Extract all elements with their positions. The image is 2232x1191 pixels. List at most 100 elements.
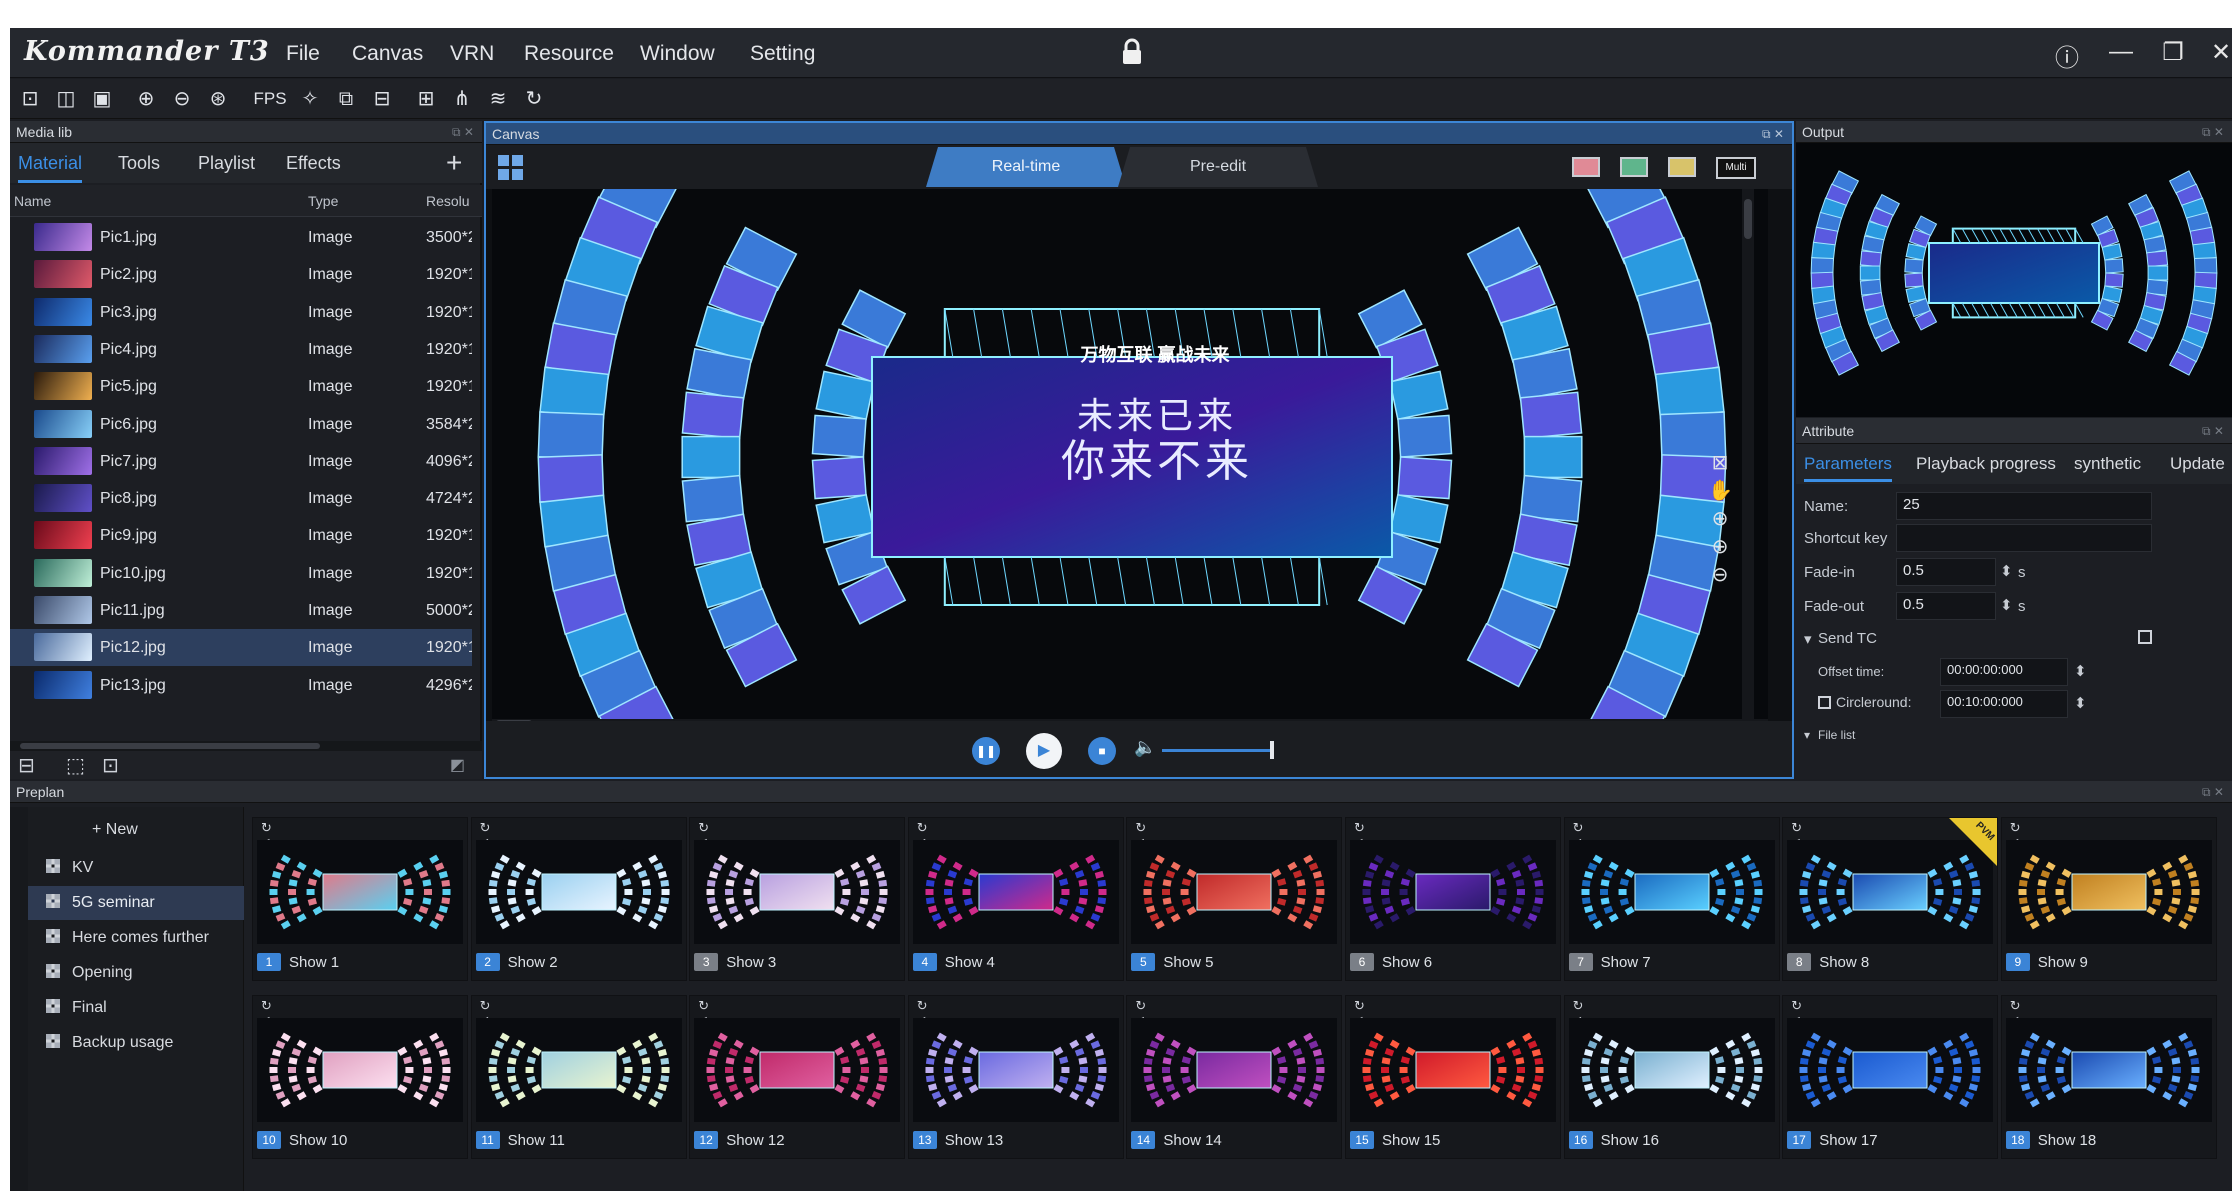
media-row[interactable]: Pic10.jpg Image 1920*1: [10, 555, 472, 592]
col-type[interactable]: Type: [308, 193, 338, 209]
green-layout-icon[interactable]: [1620, 157, 1648, 177]
zoom-fit-icon[interactable]: ⊛: [204, 85, 232, 113]
zoom-in-icon[interactable]: ⊕: [132, 85, 160, 113]
loop-icon[interactable]: ↻: [1791, 820, 1802, 836]
minimize-icon[interactable]: —: [2106, 38, 2136, 66]
show-card[interactable]: ↻◀15Show 15: [1345, 995, 1561, 1159]
play-button[interactable]: ▶: [1026, 733, 1062, 769]
menu-setting[interactable]: Setting: [750, 42, 815, 66]
tab-playback-progress[interactable]: Playback progress: [1916, 454, 2056, 474]
realtime-mode-tab[interactable]: Real-time: [926, 147, 1126, 187]
loop-icon[interactable]: ↻: [917, 998, 928, 1014]
menu-window[interactable]: Window: [640, 42, 715, 66]
col-name[interactable]: Name: [14, 193, 51, 209]
circleround-spinner-icon[interactable]: ⬍: [2074, 694, 2087, 712]
media-row[interactable]: Pic4.jpg Image 1920*1: [10, 331, 472, 368]
preplan-list-item[interactable]: Final: [28, 991, 244, 1025]
media-row[interactable]: Pic9.jpg Image 1920*1: [10, 517, 472, 554]
sendtc-expand-icon[interactable]: ▾: [1804, 630, 1812, 648]
hand-pan-icon[interactable]: ✋: [1708, 477, 1733, 505]
offset-input[interactable]: 00:00:00:000: [1940, 658, 2068, 686]
media-row[interactable]: Pic13.jpg Image 4296*2: [10, 667, 472, 704]
preplan-list-item[interactable]: ▶5G seminar: [28, 886, 244, 920]
restore-icon[interactable]: ❐: [2158, 38, 2188, 67]
fadeout-spinner-icon[interactable]: ⬍: [2000, 596, 2013, 614]
layers-icon[interactable]: ≋: [484, 85, 512, 113]
fadeout-input[interactable]: 0.5: [1896, 592, 1996, 620]
loop-icon[interactable]: ↻: [261, 820, 272, 836]
menu-resource[interactable]: Resource: [524, 42, 614, 66]
loop-icon[interactable]: ↻: [480, 820, 491, 836]
info-icon[interactable]: ⓘ: [2052, 38, 2082, 73]
save-icon[interactable]: ▣: [88, 85, 116, 113]
layout-icon[interactable]: ⊞: [412, 85, 440, 113]
loop-icon[interactable]: ↻: [698, 820, 709, 836]
yellow-layout-icon[interactable]: [1668, 157, 1696, 177]
fps-button[interactable]: FPS: [250, 85, 290, 113]
tab-playlist[interactable]: Playlist: [198, 153, 255, 174]
new-preplan-button[interactable]: + New: [28, 813, 244, 847]
sendtc-checkbox[interactable]: [2138, 630, 2152, 644]
name-input[interactable]: 25: [1896, 492, 2152, 520]
tab-effects[interactable]: Effects: [286, 153, 341, 174]
lock-icon[interactable]: [1120, 38, 1144, 66]
media-row[interactable]: Pic1.jpg Image 3500*2: [10, 219, 472, 256]
show-card[interactable]: ↻◀16Show 16: [1563, 995, 1780, 1159]
menu-file[interactable]: File: [286, 42, 320, 66]
canvas-stage[interactable]: 万物互联 赢战未来 未来已来 你来不来 ⊠ ✋ ⊕ ⊕ ⊖: [492, 189, 1768, 719]
media-row[interactable]: Pic3.jpg Image 1920*1: [10, 294, 472, 331]
export-icon[interactable]: ⊡: [102, 753, 119, 778]
loop-icon[interactable]: ↻: [1573, 820, 1584, 836]
preplan-list-item[interactable]: KV: [28, 851, 244, 885]
media-row[interactable]: Pic6.jpg Image 3584*2: [10, 406, 472, 443]
tab-update[interactable]: Update: [2170, 454, 2225, 474]
loop-icon[interactable]: ↻: [261, 998, 272, 1014]
tab-tools[interactable]: Tools: [118, 153, 160, 174]
loop-icon[interactable]: ↻: [917, 820, 928, 836]
show-card[interactable]: ↻◀12Show 12: [689, 995, 906, 1159]
panel-controls-icon[interactable]: ⧉ ✕: [2202, 781, 2224, 803]
show-card[interactable]: ↻◀10Show 10: [252, 995, 468, 1159]
media-row[interactable]: Pic8.jpg Image 4724*2: [10, 480, 472, 517]
filelist-expand-icon[interactable]: ▾: [1804, 728, 1810, 742]
col-resolution[interactable]: Resolu: [426, 193, 470, 209]
circleround-checkbox[interactable]: [1818, 696, 1831, 709]
circleround-input[interactable]: 00:10:00:000: [1940, 690, 2068, 718]
menu-canvas[interactable]: Canvas: [352, 42, 423, 66]
open-icon[interactable]: ◫: [52, 85, 80, 113]
show-card[interactable]: ↻◀7Show 7: [1563, 817, 1780, 981]
loop-icon[interactable]: ↻: [480, 998, 491, 1014]
fadein-spinner-icon[interactable]: ⬍: [2000, 562, 2013, 580]
brightness-icon[interactable]: ✧: [296, 85, 324, 113]
loop-icon[interactable]: ↻: [1354, 820, 1365, 836]
volume-slider[interactable]: [1162, 741, 1274, 759]
media-row[interactable]: Pic2.jpg Image 1920*1: [10, 256, 472, 293]
panel-controls-icon[interactable]: ⧉ ✕: [2202, 121, 2224, 143]
shortcut-input[interactable]: [1896, 524, 2152, 552]
loop-icon[interactable]: ↻: [1135, 820, 1146, 836]
show-card[interactable]: ↻◀3Show 3: [689, 817, 906, 981]
import-icon[interactable]: ⊟: [18, 753, 35, 778]
show-card[interactable]: ↻◀4Show 4: [907, 817, 1124, 981]
show-card[interactable]: ↻◀9Show 9: [2000, 817, 2217, 981]
move-icon[interactable]: ⊕: [1708, 505, 1732, 533]
new-icon[interactable]: ⊡: [16, 85, 44, 113]
show-card[interactable]: ↻◀14Show 14: [1126, 995, 1343, 1159]
tab-parameters[interactable]: Parameters: [1804, 454, 1892, 482]
loop-icon[interactable]: ↻: [1354, 998, 1365, 1014]
show-card[interactable]: ↻◀5Show 5: [1126, 817, 1343, 981]
media-row[interactable]: Pic12.jpg Image 1920*1: [10, 629, 472, 667]
fit-screen-icon[interactable]: ⊠: [1708, 449, 1732, 477]
offset-spinner-icon[interactable]: ⬍: [2074, 662, 2087, 680]
loop-icon[interactable]: ↻: [1573, 998, 1584, 1014]
tab-synthetic[interactable]: synthetic: [2074, 454, 2141, 474]
loop-icon[interactable]: ↻: [2010, 998, 2021, 1014]
add-tab-button[interactable]: +: [446, 147, 462, 179]
show-card[interactable]: ↻◀11Show 11: [470, 995, 687, 1159]
loop-icon[interactable]: ↻: [2010, 820, 2021, 836]
preedit-mode-tab[interactable]: Pre-edit: [1118, 147, 1318, 187]
multi-layout-button[interactable]: Multi: [1716, 157, 1756, 179]
refresh-icon[interactable]: ↻: [520, 85, 548, 113]
monitor-icon[interactable]: ⊟: [368, 85, 396, 113]
stop-button[interactable]: ■: [1088, 737, 1116, 765]
